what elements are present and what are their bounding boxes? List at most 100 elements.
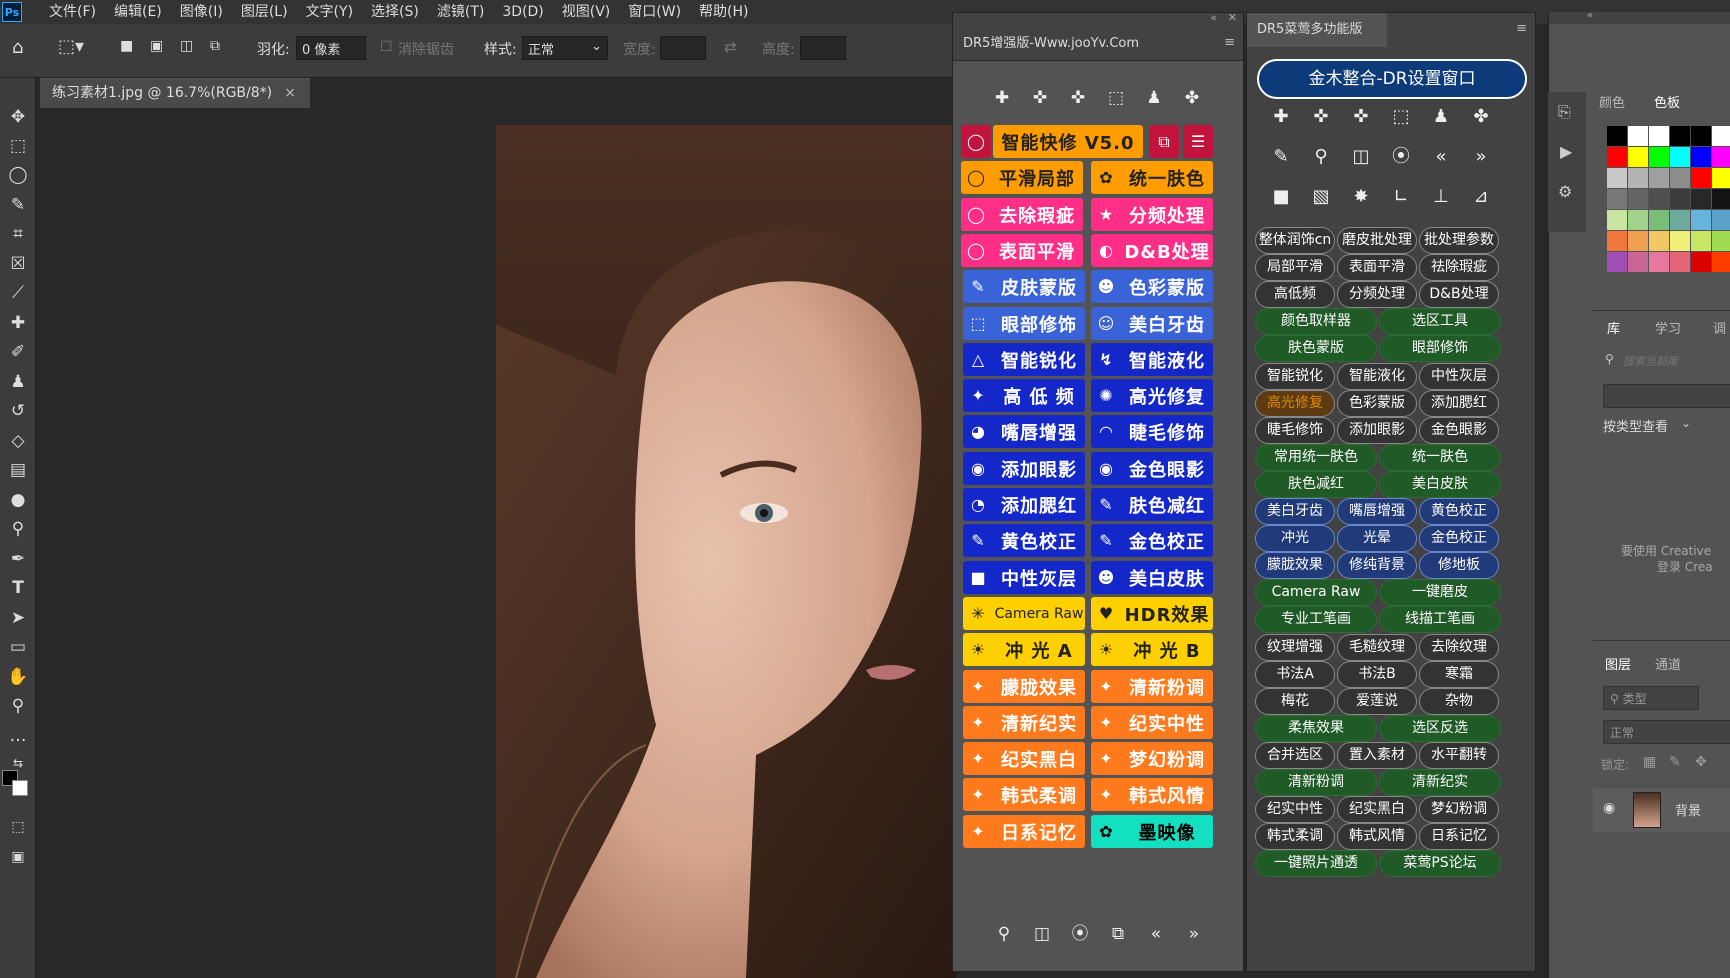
btn-4-right[interactable]: ☻ 色彩蒙版 bbox=[1091, 270, 1213, 303]
btn-14-left[interactable]: ☀ 冲 光 A bbox=[963, 633, 1085, 666]
color-swatch[interactable] bbox=[1670, 252, 1690, 272]
pill-5-0[interactable]: 智能锐化 bbox=[1255, 363, 1335, 390]
settings-icon[interactable]: ☰ bbox=[1183, 125, 1213, 158]
pill-22-0[interactable]: 韩式柔调 bbox=[1255, 823, 1335, 850]
bandage-alt-icon[interactable]: ✜ bbox=[1349, 105, 1373, 129]
btn-15-right[interactable]: ✦ 清新粉调 bbox=[1091, 670, 1213, 703]
color-swatch[interactable] bbox=[1607, 147, 1627, 167]
pill-13-0[interactable]: Camera Raw bbox=[1255, 579, 1377, 606]
color-swatch[interactable] bbox=[1670, 168, 1690, 188]
pill-16-1[interactable]: 书法B bbox=[1337, 661, 1417, 688]
pill-21-1[interactable]: 纪实黑白 bbox=[1337, 796, 1417, 823]
history-brush-icon[interactable]: ↺ bbox=[4, 398, 32, 424]
quick-mask-icon[interactable]: ⬚ bbox=[4, 814, 32, 840]
pill-14-0[interactable]: 专业工笔画 bbox=[1255, 606, 1377, 633]
btn-18-right[interactable]: ✦ 韩式风情 bbox=[1091, 778, 1213, 811]
pill-4-1[interactable]: 眼部修饰 bbox=[1379, 335, 1501, 362]
btn-smart-fix[interactable]: 智能快修 V5.0 bbox=[993, 125, 1143, 158]
collapse-icon[interactable]: « bbox=[1587, 10, 1593, 21]
pill-5-1[interactable]: 智能液化 bbox=[1337, 363, 1417, 390]
btn-15-left[interactable]: ✦ 朦胧效果 bbox=[963, 670, 1085, 703]
pill-21-2[interactable]: 梦幻粉调 bbox=[1419, 796, 1499, 823]
angle-icon[interactable]: ∟ bbox=[1389, 185, 1413, 209]
pill-17-0[interactable]: 梅花 bbox=[1255, 688, 1335, 715]
color-swatch[interactable] bbox=[1628, 210, 1648, 230]
color-swatch[interactable] bbox=[1628, 126, 1648, 146]
color-swatch[interactable] bbox=[1607, 210, 1627, 230]
color-swatch[interactable] bbox=[1628, 231, 1648, 251]
blend-mode-select[interactable]: 正常 bbox=[1603, 720, 1730, 744]
play-icon[interactable]: ▶ bbox=[1560, 142, 1572, 161]
pill-14-1[interactable]: 线描工笔画 bbox=[1379, 606, 1501, 633]
dr-settings-button[interactable]: 金木整合-DR设置窗口 bbox=[1257, 59, 1527, 99]
lock-brush-icon[interactable]: ✎ bbox=[1669, 754, 1681, 770]
gradient-tool-icon[interactable]: ▤ bbox=[4, 457, 32, 483]
btn-4-left[interactable]: ✎ 皮肤蒙版 bbox=[963, 270, 1085, 303]
swap-icon[interactable]: ⇄ bbox=[724, 38, 737, 56]
pill-11-1[interactable]: 光晕 bbox=[1337, 525, 1417, 552]
pill-1-1[interactable]: 表面平滑 bbox=[1337, 254, 1417, 281]
menu-8[interactable]: 视图(V) bbox=[553, 0, 620, 24]
intersect-selection-icon[interactable]: ⧉ bbox=[210, 38, 220, 54]
layers-icon[interactable]: ⧉ bbox=[1149, 125, 1179, 158]
brush-plus-icon[interactable]: ✚ bbox=[1269, 105, 1293, 129]
pill-3-1[interactable]: 选区工具 bbox=[1379, 308, 1501, 335]
menu-4[interactable]: 文字(Y) bbox=[297, 0, 362, 24]
pill-15-1[interactable]: 毛糙纹理 bbox=[1337, 634, 1417, 661]
btn-7-left[interactable]: ✦ 高 低 频 bbox=[963, 379, 1085, 412]
pill-7-0[interactable]: 睫毛修饰 bbox=[1255, 417, 1335, 444]
color-swatch[interactable] bbox=[1712, 231, 1730, 251]
eraser-tool-icon[interactable]: ◇ bbox=[4, 428, 32, 454]
color-swatch[interactable] bbox=[1670, 189, 1690, 209]
color-swatch[interactable] bbox=[1649, 147, 1669, 167]
white-square-icon[interactable]: ■ bbox=[1269, 185, 1293, 209]
color-swatch[interactable] bbox=[1712, 252, 1730, 272]
btn-10-left[interactable]: ◔ 添加腮红 bbox=[963, 488, 1085, 521]
color-swatch[interactable] bbox=[1670, 147, 1690, 167]
pill-16-0[interactable]: 书法A bbox=[1255, 661, 1335, 688]
pill-12-0[interactable]: 朦胧效果 bbox=[1255, 552, 1335, 579]
color-swatch[interactable] bbox=[1628, 168, 1648, 188]
btn-14-right[interactable]: ☀ 冲 光 B bbox=[1091, 633, 1213, 666]
pill-16-2[interactable]: 寒霜 bbox=[1419, 661, 1499, 688]
tab-channels[interactable]: 通道 bbox=[1655, 654, 1681, 673]
tab-learn[interactable]: 学习 bbox=[1655, 318, 1681, 337]
panel-menu-icon[interactable]: ≡ bbox=[1516, 21, 1527, 36]
color-swatch[interactable] bbox=[1691, 168, 1711, 188]
compare-icon[interactable]: ◫ bbox=[1031, 923, 1053, 945]
history-icon[interactable]: ⎘ bbox=[1558, 102, 1571, 122]
pill-8-0[interactable]: 常用统一肤色 bbox=[1255, 444, 1377, 471]
bandage-alt-icon[interactable]: ✜ bbox=[1067, 87, 1089, 109]
btn-16-left[interactable]: ✦ 清新纪实 bbox=[963, 706, 1085, 739]
menu-0[interactable]: 文件(F) bbox=[40, 0, 105, 24]
btn-12-right[interactable]: ☻ 美白皮肤 bbox=[1091, 561, 1213, 594]
pill-20-0[interactable]: 清新粉调 bbox=[1255, 769, 1377, 796]
color-swatch[interactable] bbox=[1691, 231, 1711, 251]
panel-menu-icon[interactable]: ≡ bbox=[1224, 35, 1235, 50]
pen-tool-icon[interactable]: ✒ bbox=[4, 546, 32, 572]
color-swatch[interactable] bbox=[1691, 147, 1711, 167]
btn-10-right[interactable]: ✎ 肤色减红 bbox=[1091, 488, 1213, 521]
color-swatch[interactable] bbox=[1607, 252, 1627, 272]
antialias-checkbox[interactable]: ☐ bbox=[380, 39, 393, 55]
pill-18-1[interactable]: 选区反选 bbox=[1379, 715, 1501, 742]
btn-3-right[interactable]: ◐ D&B处理 bbox=[1091, 234, 1213, 267]
btn-8-left[interactable]: ◕ 嘴唇增强 bbox=[963, 415, 1085, 448]
color-swatch[interactable] bbox=[1712, 189, 1730, 209]
pill-3-0[interactable]: 颜色取样器 bbox=[1255, 308, 1377, 335]
menu-5[interactable]: 选择(S) bbox=[362, 0, 428, 24]
pill-13-1[interactable]: 一键磨皮 bbox=[1379, 579, 1501, 606]
btn-11-right[interactable]: ✎ 金色校正 bbox=[1091, 524, 1213, 557]
btn-19-right[interactable]: ✿ 墨映像 bbox=[1091, 815, 1213, 848]
btn-19-left[interactable]: ✦ 日系记忆 bbox=[963, 815, 1085, 848]
pill-23-1[interactable]: 菜莺PS论坛 bbox=[1379, 850, 1501, 877]
lasso-square-icon[interactable]: ◯ bbox=[961, 125, 991, 158]
btn-9-right[interactable]: ◉ 金色眼影 bbox=[1091, 452, 1213, 485]
pill-2-0[interactable]: 高低频 bbox=[1255, 281, 1335, 308]
btn-17-right[interactable]: ✦ 梦幻粉调 bbox=[1091, 742, 1213, 775]
height-input[interactable] bbox=[800, 36, 846, 60]
angle-alt-icon[interactable]: ⊥ bbox=[1429, 185, 1453, 209]
pill-19-0[interactable]: 合并选区 bbox=[1255, 742, 1335, 769]
color-swatch[interactable] bbox=[1712, 168, 1730, 188]
btn-5-left[interactable]: ⬚ 眼部修饰 bbox=[963, 307, 1085, 340]
